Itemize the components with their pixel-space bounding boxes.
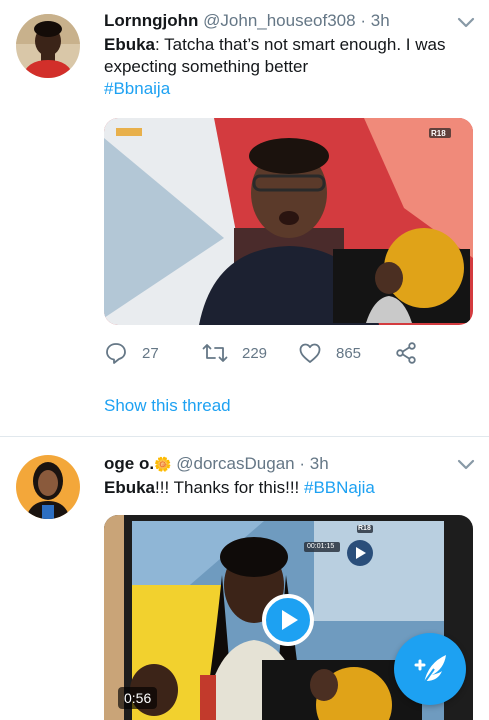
author-name[interactable]: Lornngjohn — [104, 11, 198, 30]
share-icon — [396, 342, 416, 364]
video-rating-badge: R18 — [431, 129, 446, 138]
play-icon — [282, 610, 298, 630]
tweet-actions: 27 229 865 — [104, 340, 424, 366]
mention-bold: Ebuka — [104, 35, 156, 54]
show-thread-link[interactable]: Show this thread — [104, 396, 231, 416]
media-frame — [104, 118, 473, 325]
retweet-count: 229 — [242, 344, 268, 362]
reply-button[interactable]: 27 — [104, 340, 159, 366]
tweet-time[interactable]: 3h — [310, 454, 329, 473]
separator-dot: · — [360, 11, 366, 30]
retweet-button[interactable]: 229 — [202, 340, 267, 366]
tweet-media-image[interactable]: R18 — [104, 118, 473, 325]
separator-dot: · — [299, 454, 306, 473]
compose-tweet-button[interactable] — [394, 633, 466, 705]
tweet-time[interactable]: 3h — [371, 11, 390, 30]
mention-bold: Ebuka — [104, 478, 156, 497]
tweet-text: Ebuka: Tatcha that’s not smart enough. I… — [104, 34, 464, 100]
author-name[interactable]: oge o. — [104, 454, 154, 473]
like-button[interactable]: 865 — [298, 340, 361, 366]
tweet-header: oge o.🌼 @dorcasDugan · 3h — [104, 454, 329, 474]
author-avatar[interactable] — [16, 14, 80, 78]
author-avatar[interactable] — [16, 455, 80, 519]
reply-count: 27 — [142, 344, 159, 362]
video-timer: 00:01:15 — [307, 543, 335, 550]
hashtag-link[interactable]: #Bbnaija — [104, 79, 170, 98]
name-emoji: 🌼 — [154, 456, 172, 472]
tweet-header: Lornngjohn @John_houseof308 · 3h — [104, 11, 390, 31]
share-button[interactable] — [394, 340, 418, 366]
video-play-button[interactable] — [262, 594, 314, 646]
video-rating-badge: R18 — [358, 525, 371, 532]
compose-tweet-icon — [414, 655, 446, 684]
heart-icon — [299, 343, 321, 363]
tweet-body: : Tatcha that’s not smart enough. I was … — [104, 35, 446, 76]
video-duration: 0:56 — [118, 687, 158, 709]
hashtag-link[interactable]: #BBNajia — [304, 478, 375, 497]
chevron-down-icon[interactable] — [456, 458, 476, 472]
author-handle[interactable]: @John_houseof308 — [203, 11, 355, 30]
reply-icon — [106, 343, 126, 364]
like-count: 865 — [336, 344, 362, 362]
tweet-text: Ebuka!!! Thanks for this!!! #BBNajia — [104, 477, 464, 499]
tweet-body: !!! Thanks for this!!! — [155, 478, 304, 497]
tweet-1[interactable]: Lornngjohn @John_houseof308 · 3h Ebuka: … — [0, 0, 489, 436]
chevron-down-icon[interactable] — [456, 16, 476, 30]
retweet-icon — [202, 344, 228, 362]
author-handle[interactable]: @dorcasDugan — [176, 454, 294, 473]
